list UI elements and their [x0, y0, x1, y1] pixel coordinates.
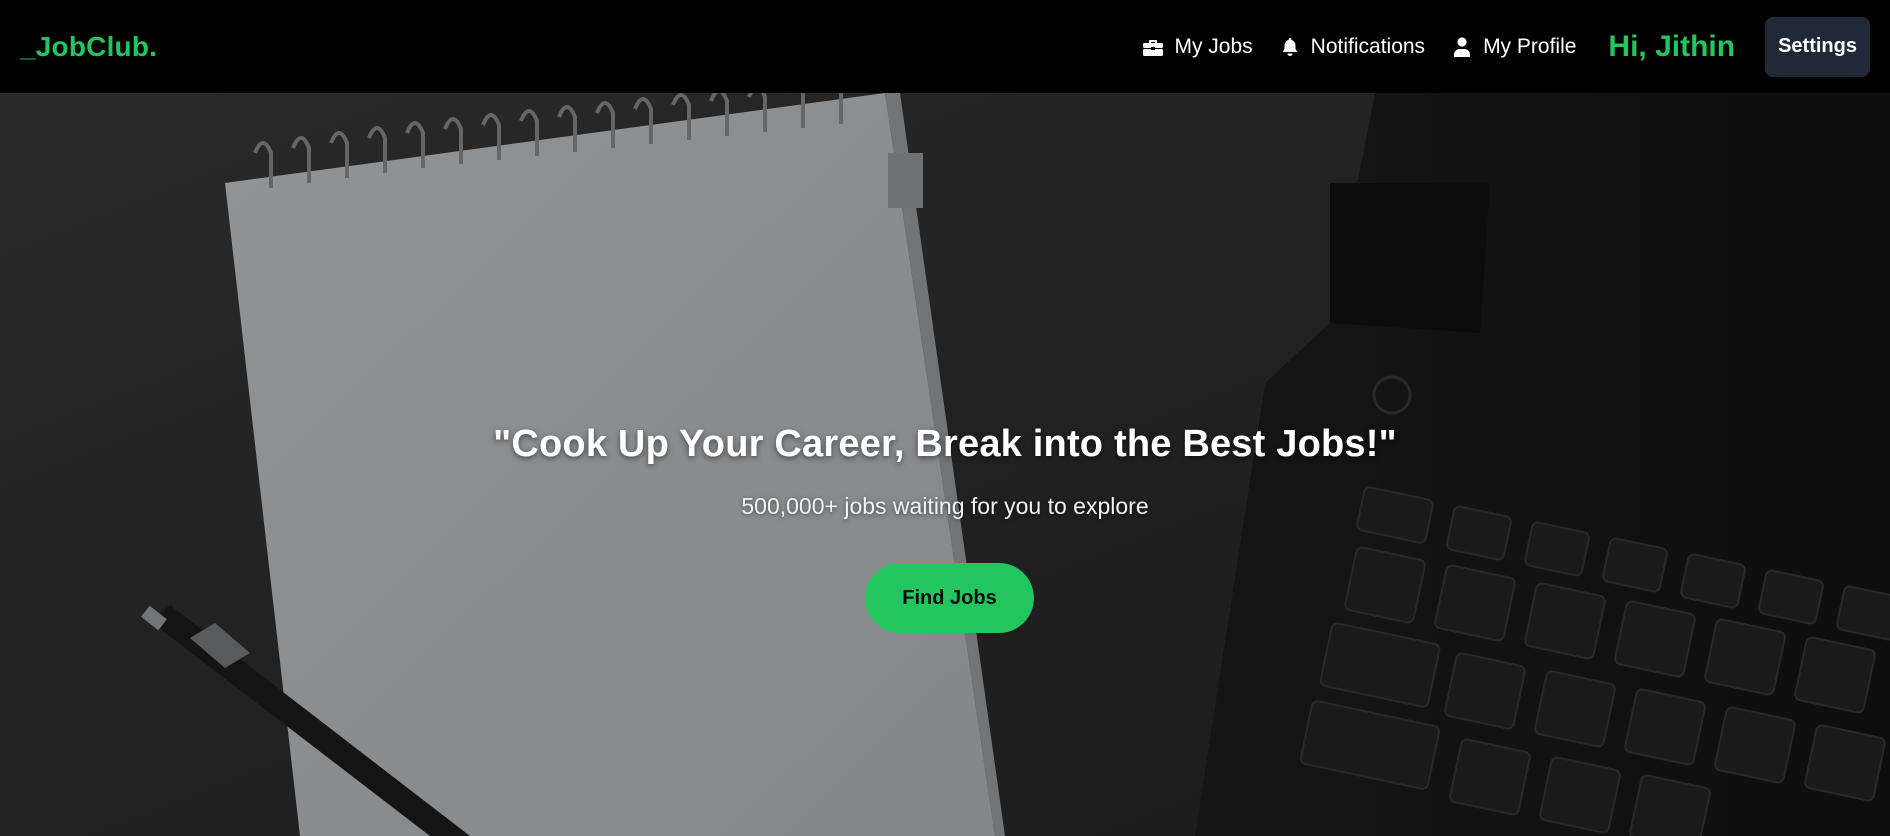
briefcase-icon [1142, 36, 1164, 58]
nav-link-label: Notifications [1310, 34, 1426, 58]
navbar: _JobClub. My Jobs Notifications My Profi… [0, 0, 1890, 93]
hero-subtitle: 500,000+ jobs waiting for you to explore [741, 493, 1149, 519]
nav-link-label: My Profile [1483, 34, 1577, 58]
nav-menu: My Jobs Notifications My Profile Hi, Jit… [1142, 16, 1870, 77]
user-icon [1451, 36, 1473, 58]
hero-section: "Cook Up Your Career, Break into the Bes… [0, 93, 1890, 836]
nav-link-notifications[interactable]: Notifications [1279, 35, 1425, 59]
hero-headline: "Cook Up Your Career, Break into the Bes… [493, 423, 1397, 465]
bell-icon [1279, 36, 1301, 58]
nav-link-label: My Jobs [1174, 34, 1253, 58]
find-jobs-button[interactable]: Find Jobs [865, 563, 1034, 633]
settings-button[interactable]: Settings [1765, 16, 1870, 77]
nav-link-my-profile[interactable]: My Profile [1451, 35, 1576, 59]
nav-link-my-jobs[interactable]: My Jobs [1142, 34, 1253, 59]
hero-content: "Cook Up Your Career, Break into the Bes… [0, 93, 1890, 836]
user-greeting: Hi, Jithin [1608, 29, 1736, 63]
brand-logo[interactable]: _JobClub. [20, 31, 157, 63]
